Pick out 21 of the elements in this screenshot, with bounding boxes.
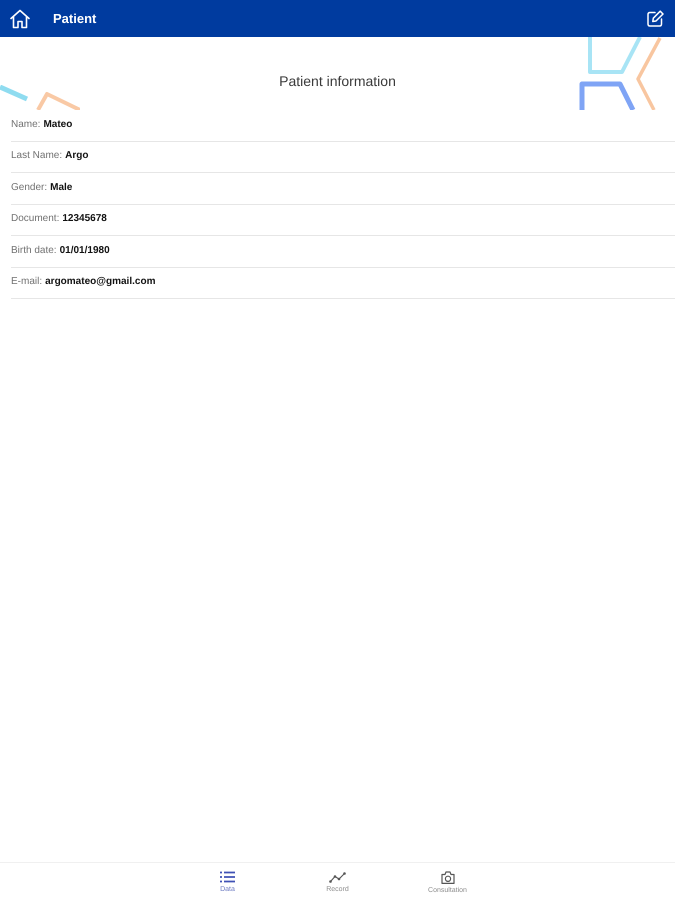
field-label: Gender: bbox=[11, 182, 48, 193]
field-label: E-mail: bbox=[11, 276, 42, 288]
camera-icon bbox=[440, 870, 454, 884]
field-value: Mateo bbox=[43, 118, 72, 130]
home-button[interactable] bbox=[10, 8, 30, 28]
field-label: Document: bbox=[11, 213, 60, 224]
field-label: Last Name: bbox=[11, 150, 62, 162]
field-value: 12345678 bbox=[62, 213, 107, 224]
field-label: Name: bbox=[11, 118, 40, 130]
field-value: Argo bbox=[65, 150, 88, 162]
field-label: Birth date: bbox=[11, 244, 57, 256]
list-icon bbox=[220, 871, 235, 883]
field-value: Male bbox=[50, 182, 72, 193]
edit-button[interactable] bbox=[647, 10, 664, 27]
section-title: Patient information bbox=[279, 73, 396, 89]
field-value: argomateo@gmail.com bbox=[45, 276, 156, 288]
header-title: Patient bbox=[53, 11, 96, 26]
edit-icon bbox=[647, 10, 664, 27]
field-value: 01/01/1980 bbox=[60, 244, 110, 256]
home-icon bbox=[10, 8, 30, 28]
trend-line-icon bbox=[329, 872, 346, 882]
